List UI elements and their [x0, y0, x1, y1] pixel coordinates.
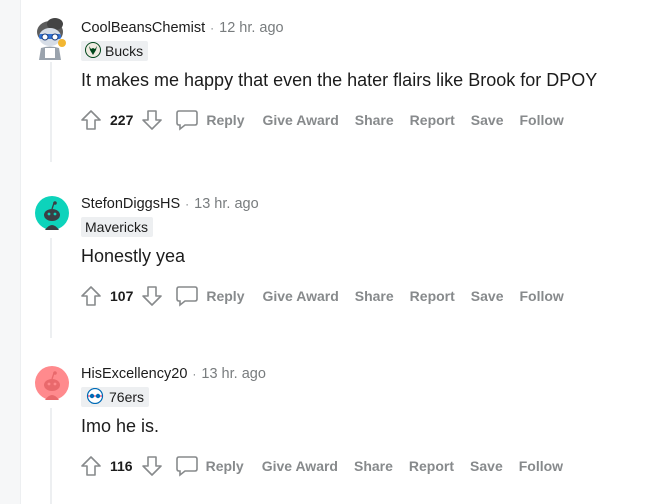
report-button[interactable]: Report [409, 458, 454, 474]
username-link[interactable]: StefonDiggsHS [81, 196, 180, 212]
reply-button[interactable]: Reply [175, 455, 244, 477]
comment-actions: 107 Reply Give Award Share Report Save F… [78, 283, 580, 309]
flair-text: 76ers [109, 389, 145, 405]
upvote-arrow-icon [81, 286, 101, 306]
comment-meta: CoolBeansChemist · 12 hr. ago [81, 18, 284, 38]
comment: CoolBeansChemist · 12 hr. ago Bucks It m… [30, 18, 650, 168]
separator-dot: · [210, 21, 215, 35]
give-award-button[interactable]: Give Award [262, 288, 338, 304]
upvote-button[interactable] [78, 283, 104, 309]
upvote-arrow-icon [81, 456, 101, 476]
follow-button[interactable]: Follow [519, 458, 563, 474]
username-link[interactable]: CoolBeansChemist [81, 20, 205, 36]
comment: HisExcellency20 · 13 hr. ago 76ers Imo h… [30, 364, 650, 504]
share-button[interactable]: Share [354, 458, 393, 474]
save-button[interactable]: Save [471, 112, 504, 128]
thread-line[interactable] [50, 62, 52, 162]
separator-dot: · [192, 367, 197, 381]
save-button[interactable]: Save [470, 458, 503, 474]
comment-bubble-icon [175, 456, 198, 477]
flair-text: Mavericks [85, 219, 149, 235]
report-button[interactable]: Report [410, 112, 455, 128]
snoo-avatar-cyan-icon [35, 196, 69, 230]
comment-meta: HisExcellency20 · 13 hr. ago [81, 364, 266, 384]
user-flair: Mavericks [81, 217, 154, 237]
downvote-arrow-icon [142, 286, 163, 306]
timestamp-link[interactable]: 13 hr. ago [201, 366, 266, 382]
comment-bubble-icon [176, 286, 199, 307]
avatar[interactable] [33, 364, 71, 402]
reply-label: Reply [206, 112, 245, 128]
downvote-arrow-icon [141, 456, 162, 476]
upvote-button[interactable] [78, 453, 104, 479]
timestamp-link[interactable]: 12 hr. ago [219, 20, 284, 36]
snoo-avatar-pink-icon [35, 366, 69, 400]
comment-text: Imo he is. [81, 416, 160, 436]
follow-button[interactable]: Follow [520, 288, 564, 304]
give-award-button[interactable]: Give Award [262, 112, 338, 128]
reply-button[interactable]: Reply [175, 285, 244, 307]
comment: StefonDiggsHS · 13 hr. ago Mavericks Hon… [30, 194, 650, 344]
comment-actions: 227 Reply Give Award Share Report Save F… [78, 107, 580, 133]
user-flair: 76ers [81, 387, 150, 407]
timestamp-link[interactable]: 13 hr. ago [194, 196, 259, 212]
comment-text: It makes me happy that even the hater fl… [81, 70, 598, 90]
upvote-button[interactable] [78, 107, 104, 133]
flair-text: Bucks [105, 43, 144, 59]
avatar[interactable] [33, 194, 71, 232]
comment-actions: 116 Reply Give Award Share Report Save F… [78, 453, 579, 479]
comment-bubble-icon [176, 110, 199, 131]
user-flair: Bucks [81, 41, 149, 61]
upvote-arrow-icon [81, 110, 101, 130]
save-button[interactable]: Save [471, 288, 504, 304]
snoo-avatar-custom-icon [37, 18, 66, 60]
sixers-logo-icon [85, 387, 105, 407]
thread-line[interactable] [50, 408, 52, 504]
report-button[interactable]: Report [410, 288, 455, 304]
separator-dot: · [185, 197, 190, 211]
downvote-button[interactable] [139, 107, 165, 133]
comment-text: Honestly yea [81, 246, 186, 266]
reply-label: Reply [206, 288, 245, 304]
vote-score: 227 [110, 112, 134, 128]
downvote-button[interactable] [139, 453, 165, 479]
username-link[interactable]: HisExcellency20 [81, 366, 187, 382]
reply-button[interactable]: Reply [175, 109, 244, 131]
vote-score: 107 [110, 288, 134, 304]
thread-line[interactable] [50, 238, 52, 338]
downvote-button[interactable] [139, 283, 165, 309]
give-award-button[interactable]: Give Award [262, 458, 338, 474]
avatar[interactable] [33, 18, 71, 60]
share-button[interactable]: Share [355, 288, 394, 304]
comment-meta: StefonDiggsHS · 13 hr. ago [81, 194, 259, 214]
left-gutter [0, 0, 21, 504]
reply-label: Reply [205, 458, 244, 474]
downvote-arrow-icon [142, 110, 163, 130]
vote-score: 116 [110, 458, 133, 474]
share-button[interactable]: Share [355, 112, 394, 128]
bucks-logo-icon [85, 41, 101, 61]
follow-button[interactable]: Follow [520, 112, 564, 128]
